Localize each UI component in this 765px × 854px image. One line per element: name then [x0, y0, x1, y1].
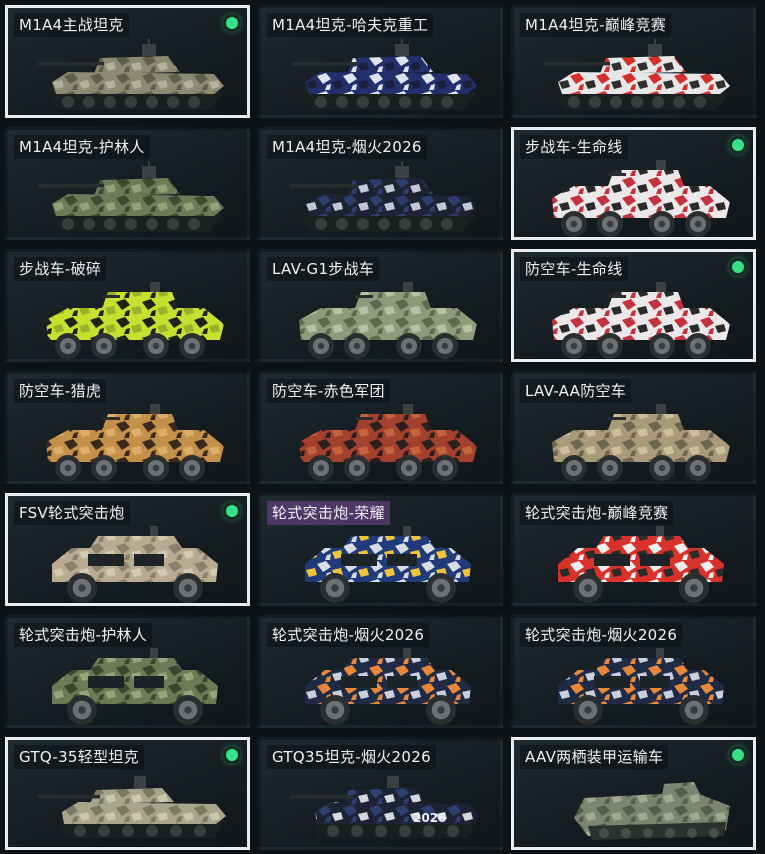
vehicle-skin-name: 轮式突击炮-烟火2026 [520, 623, 683, 647]
vehicle-preview-image [38, 39, 224, 110]
vehicle-skin-name: AAV两栖装甲运输车 [520, 745, 669, 769]
vehicle-skin-name: 轮式突击炮-烟火2026 [267, 623, 430, 647]
vehicle-preview-image [305, 526, 471, 603]
vehicle-preview-image [46, 282, 224, 359]
equipped-indicator-icon [226, 17, 238, 29]
vehicle-preview-image [305, 648, 471, 725]
vehicle-skin-name: 步战车-生命线 [520, 135, 628, 159]
vehicle-skin-card[interactable]: 轮式突击炮-烟火2026 [258, 615, 503, 728]
equipped-indicator-icon [732, 139, 744, 151]
vehicle-preview-image [574, 782, 730, 840]
vehicle-skin-name: M1A4坦克-烟火2026 [267, 135, 427, 159]
vehicle-skin-card[interactable]: 防空车-猎虎 [5, 371, 250, 484]
vehicle-preview-image: 2026 [291, 776, 479, 838]
vehicle-skin-name: 防空车-赤色军团 [267, 379, 390, 403]
vehicle-preview-image [544, 39, 730, 110]
vehicle-skin-name: LAV-G1步战车 [267, 257, 380, 281]
vehicle-skin-card[interactable]: GTQ35坦克-烟火2026 2026 [258, 737, 503, 850]
vehicle-skin-name: GTQ35坦克-烟火2026 [267, 745, 436, 769]
vehicle-preview-image [558, 648, 724, 725]
vehicle-preview-image [299, 282, 477, 359]
vehicle-skin-name: 轮式突击炮-荣耀 [267, 501, 390, 525]
vehicle-skin-name: 防空车-生命线 [520, 257, 628, 281]
vehicle-preview-image [299, 404, 477, 481]
vehicle-preview-image [552, 282, 730, 359]
vehicle-skin-card[interactable]: 防空车-生命线 [511, 249, 756, 362]
vehicle-skin-name: M1A4坦克-巅峰竞赛 [520, 13, 672, 37]
vehicle-skin-card[interactable]: LAV-G1步战车 [258, 249, 503, 362]
vehicle-preview-image [291, 161, 477, 232]
vehicle-skin-name: LAV-AA防空车 [520, 379, 632, 403]
vehicle-preview-image [38, 161, 224, 232]
vehicle-skin-name: 轮式突击炮-护林人 [14, 623, 153, 647]
vehicle-preview-image [552, 404, 730, 481]
vehicle-skin-name: M1A4主战坦克 [14, 13, 129, 37]
vehicle-preview-image [46, 404, 224, 481]
vehicle-skin-card[interactable]: 步战车-生命线 [511, 127, 756, 240]
vehicle-preview-image [558, 526, 724, 603]
vehicle-skin-card[interactable]: LAV-AA防空车 [511, 371, 756, 484]
vehicle-skin-card[interactable]: M1A4坦克-烟火2026 [258, 127, 503, 240]
vehicle-skin-card[interactable]: M1A4坦克-巅峰竞赛 [511, 5, 756, 118]
equipped-indicator-icon [732, 261, 744, 273]
vehicle-preview-image [52, 526, 218, 603]
vehicle-skin-card[interactable]: 轮式突击炮-烟火2026 [511, 615, 756, 728]
vehicle-preview-image [552, 160, 730, 237]
vehicle-preview-image [291, 39, 477, 110]
vehicle-skin-name: M1A4坦克-护林人 [14, 135, 150, 159]
vehicle-preview-image [38, 776, 226, 838]
vehicle-skin-card[interactable]: 轮式突击炮-荣耀 [258, 493, 503, 606]
vehicle-skin-name: 轮式突击炮-巅峰竞赛 [520, 501, 674, 525]
vehicle-skin-name: FSV轮式突击炮 [14, 501, 130, 525]
vehicle-skin-name: 防空车-猎虎 [14, 379, 107, 403]
vehicle-skin-grid: M1A4主战坦克 M1A4坦克-哈夫克重工 M1A4坦克-巅峰竞赛 M1A4坦克-护林… [0, 0, 765, 854]
vehicle-skin-card[interactable]: GTQ-35轻型坦克 [5, 737, 250, 850]
vehicle-skin-card[interactable]: 步战车-破碎 [5, 249, 250, 362]
vehicle-skin-name: GTQ-35轻型坦克 [14, 745, 144, 769]
equipped-indicator-icon [226, 749, 238, 761]
skin-badge-text: 2026 [413, 811, 446, 825]
vehicle-skin-name: M1A4坦克-哈夫克重工 [267, 13, 434, 37]
vehicle-skin-card[interactable]: 轮式突击炮-护林人 [5, 615, 250, 728]
vehicle-skin-card[interactable]: M1A4坦克-哈夫克重工 [258, 5, 503, 118]
vehicle-skin-card[interactable]: FSV轮式突击炮 [5, 493, 250, 606]
vehicle-skin-card[interactable]: 防空车-赤色军团 [258, 371, 503, 484]
vehicle-skin-card[interactable]: M1A4坦克-护林人 [5, 127, 250, 240]
equipped-indicator-icon [732, 749, 744, 761]
equipped-indicator-icon [226, 505, 238, 517]
vehicle-skin-card[interactable]: 轮式突击炮-巅峰竞赛 [511, 493, 756, 606]
vehicle-skin-name: 步战车-破碎 [14, 257, 107, 281]
vehicle-preview-image [52, 648, 218, 725]
vehicle-skin-card[interactable]: M1A4主战坦克 [5, 5, 250, 118]
vehicle-skin-card[interactable]: AAV两栖装甲运输车 [511, 737, 756, 850]
